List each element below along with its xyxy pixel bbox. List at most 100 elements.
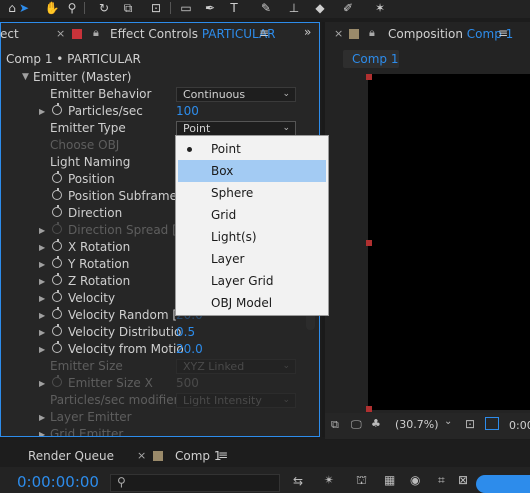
menu-item-lights[interactable]: Light(s) xyxy=(178,226,326,248)
stopwatch-icon[interactable] xyxy=(52,171,62,183)
puppet-pin-icon[interactable]: ✶ xyxy=(372,1,388,15)
tab-effect-controls[interactable]: Effect Controls PARTICULAR xyxy=(110,27,276,41)
stopwatch-icon[interactable] xyxy=(52,341,62,353)
velocity-from-motion-row: ▶ Velocity from Motio 20.0 xyxy=(0,341,318,358)
breadcrumb: Comp 1 • PARTICULAR xyxy=(6,52,141,66)
eraser-tool-icon[interactable]: ◆ xyxy=(312,1,328,15)
graph-editor-icon[interactable]: ⌗ xyxy=(438,473,445,488)
emitter-type-dropdown[interactable]: Point ⌄ xyxy=(176,121,296,136)
frame-blending-icon[interactable]: ▦ xyxy=(384,473,395,487)
expand-panels-icon[interactable]: » xyxy=(304,25,311,39)
expand-triangle-icon[interactable]: ▶ xyxy=(39,239,45,256)
emitter-behavior-dropdown[interactable]: Continuous ⌄ xyxy=(176,87,296,102)
stopwatch-icon[interactable] xyxy=(52,307,62,319)
stopwatch-icon[interactable] xyxy=(52,205,62,217)
rotate-tool-icon[interactable]: ↻ xyxy=(96,1,112,15)
chevron-down-icon: ⌄ xyxy=(282,395,290,405)
menu-item-layer[interactable]: Layer xyxy=(178,248,326,270)
panel-menu-icon[interactable]: ≡ xyxy=(498,26,508,40)
panel-menu-icon[interactable]: ≡ xyxy=(218,448,228,462)
tools-toolbar: ⌂ ➤ ✋ ⚲ ↻ ⧉ ⊡ ▭ ✒ T ✎ ⊥ ◆ ✐ ✶ xyxy=(0,0,530,18)
pan-behind-icon[interactable]: ⊡ xyxy=(148,1,164,15)
stopwatch-icon[interactable] xyxy=(52,290,62,302)
current-time[interactable]: 0:00 xyxy=(509,419,530,432)
expand-triangle-icon[interactable]: ▶ xyxy=(39,290,45,307)
panel-menu-icon[interactable]: ≡ xyxy=(259,26,269,40)
chevron-down-icon: ⌄ xyxy=(444,416,453,427)
expand-triangle-icon[interactable]: ▶ xyxy=(39,341,45,358)
zoom-dropdown[interactable]: (30.7%) xyxy=(395,418,439,431)
velocity-distribution-row: ▶ Velocity Distributio 0.5 xyxy=(0,324,318,341)
menu-item-layer-grid[interactable]: Layer Grid xyxy=(178,270,326,292)
tab-composition[interactable]: Composition Comp 1 xyxy=(388,27,513,41)
prev-tab-label[interactable]: ect xyxy=(0,27,19,41)
velocity-distribution-value[interactable]: 0.5 xyxy=(176,324,195,341)
expand-triangle-icon[interactable]: ▶ xyxy=(39,324,45,341)
comp-flowchart-icon[interactable]: ⇆ xyxy=(293,474,303,488)
stopwatch-icon[interactable] xyxy=(52,273,62,285)
effect-controls-tab-icon xyxy=(72,29,82,39)
monitor-icon[interactable]: 🖵︎ xyxy=(351,418,362,432)
timeline-tabs: Render Queue × Comp 1 ≡ xyxy=(0,440,530,467)
menu-item-box[interactable]: Box xyxy=(178,160,326,182)
stopwatch-icon[interactable] xyxy=(52,324,62,336)
timecode[interactable]: 0:00:00:00 xyxy=(17,473,99,491)
emitter-master-group[interactable]: ▼ Emitter (Master) xyxy=(0,69,318,86)
text-tool-icon[interactable]: T xyxy=(226,1,242,15)
menu-item-sphere[interactable]: Sphere xyxy=(178,182,326,204)
roto-brush-icon[interactable]: ✐ xyxy=(340,1,356,15)
grid-emitter-label: Grid Emitter xyxy=(50,427,124,436)
expand-triangle-icon[interactable]: ▶ xyxy=(39,103,45,120)
layer-handle[interactable] xyxy=(366,74,372,80)
composition-tab-icon xyxy=(153,451,163,461)
emitter-type-label: Emitter Type xyxy=(50,121,126,135)
stopwatch-icon[interactable] xyxy=(52,188,62,200)
clone-stamp-icon[interactable]: ⊥ xyxy=(286,1,302,15)
menu-item-point[interactable]: Point xyxy=(178,138,326,160)
stopwatch-icon[interactable] xyxy=(52,256,62,268)
rectangle-tool-icon[interactable]: ▭ xyxy=(178,1,194,15)
search-icon: ⚲ xyxy=(117,475,126,489)
composition-viewer[interactable] xyxy=(368,74,530,410)
emitter-size-x-label: Emitter Size X xyxy=(68,376,153,390)
mask-visibility-icon[interactable]: ♣ xyxy=(371,417,381,430)
zoom-tool-icon[interactable]: ⚲ xyxy=(64,1,80,15)
close-tab-icon[interactable]: × xyxy=(56,27,65,40)
expand-triangle-icon[interactable]: ▶ xyxy=(39,222,45,239)
region-of-interest-icon[interactable] xyxy=(485,417,499,430)
pen-tool-icon[interactable]: ✒ xyxy=(202,1,218,15)
lock-icon[interactable]: 🔒︎ xyxy=(93,26,99,40)
particles-sec-value[interactable]: 100 xyxy=(176,103,199,120)
fit-icon[interactable]: ⊡ xyxy=(465,417,475,431)
tab-comp-1[interactable]: Comp 1 xyxy=(175,449,221,463)
layer-handle[interactable] xyxy=(366,406,372,412)
menu-item-obj-model[interactable]: OBJ Model xyxy=(178,292,326,314)
layer-lock-icon[interactable]: ⊠ xyxy=(458,473,468,487)
hand-tool-icon[interactable]: ✋ xyxy=(44,1,60,15)
work-area-bar[interactable] xyxy=(476,475,530,493)
menu-item-grid[interactable]: Grid xyxy=(178,204,326,226)
expand-triangle-icon[interactable]: ▶ xyxy=(39,273,45,290)
draft-3d-icon[interactable]: ✴ xyxy=(324,473,334,487)
close-tab-icon[interactable]: × xyxy=(334,27,343,40)
velocity-from-motion-value[interactable]: 20.0 xyxy=(176,341,203,358)
stopwatch-icon[interactable] xyxy=(52,239,62,251)
brush-tool-icon[interactable]: ✎ xyxy=(258,1,274,15)
close-tab-icon[interactable]: × xyxy=(137,449,146,462)
motion-blur-icon[interactable]: ◉ xyxy=(410,473,420,487)
always-preview-icon[interactable]: ⧉ xyxy=(331,418,339,432)
shy-layers-icon[interactable]: ⛫ xyxy=(356,473,367,489)
stopwatch-icon[interactable] xyxy=(52,103,62,115)
comp-subtab[interactable]: Comp 1 xyxy=(343,50,399,68)
camera-orbit-icon[interactable]: ⧉ xyxy=(120,1,136,15)
light-naming-label: Light Naming xyxy=(50,155,131,169)
layer-emitter-label: Layer Emitter xyxy=(50,410,132,424)
selection-tool-icon[interactable]: ➤ xyxy=(16,1,32,15)
lock-icon[interactable]: 🔒︎ xyxy=(369,26,375,40)
layer-emitter-row: ▶ Layer Emitter xyxy=(0,409,318,426)
expand-triangle-icon[interactable]: ▶ xyxy=(39,256,45,273)
tab-render-queue[interactable]: Render Queue xyxy=(28,449,114,463)
expand-triangle-icon[interactable]: ▶ xyxy=(39,307,45,324)
layer-search-input[interactable]: ⚲ xyxy=(110,474,280,492)
layer-handle[interactable] xyxy=(366,240,372,246)
